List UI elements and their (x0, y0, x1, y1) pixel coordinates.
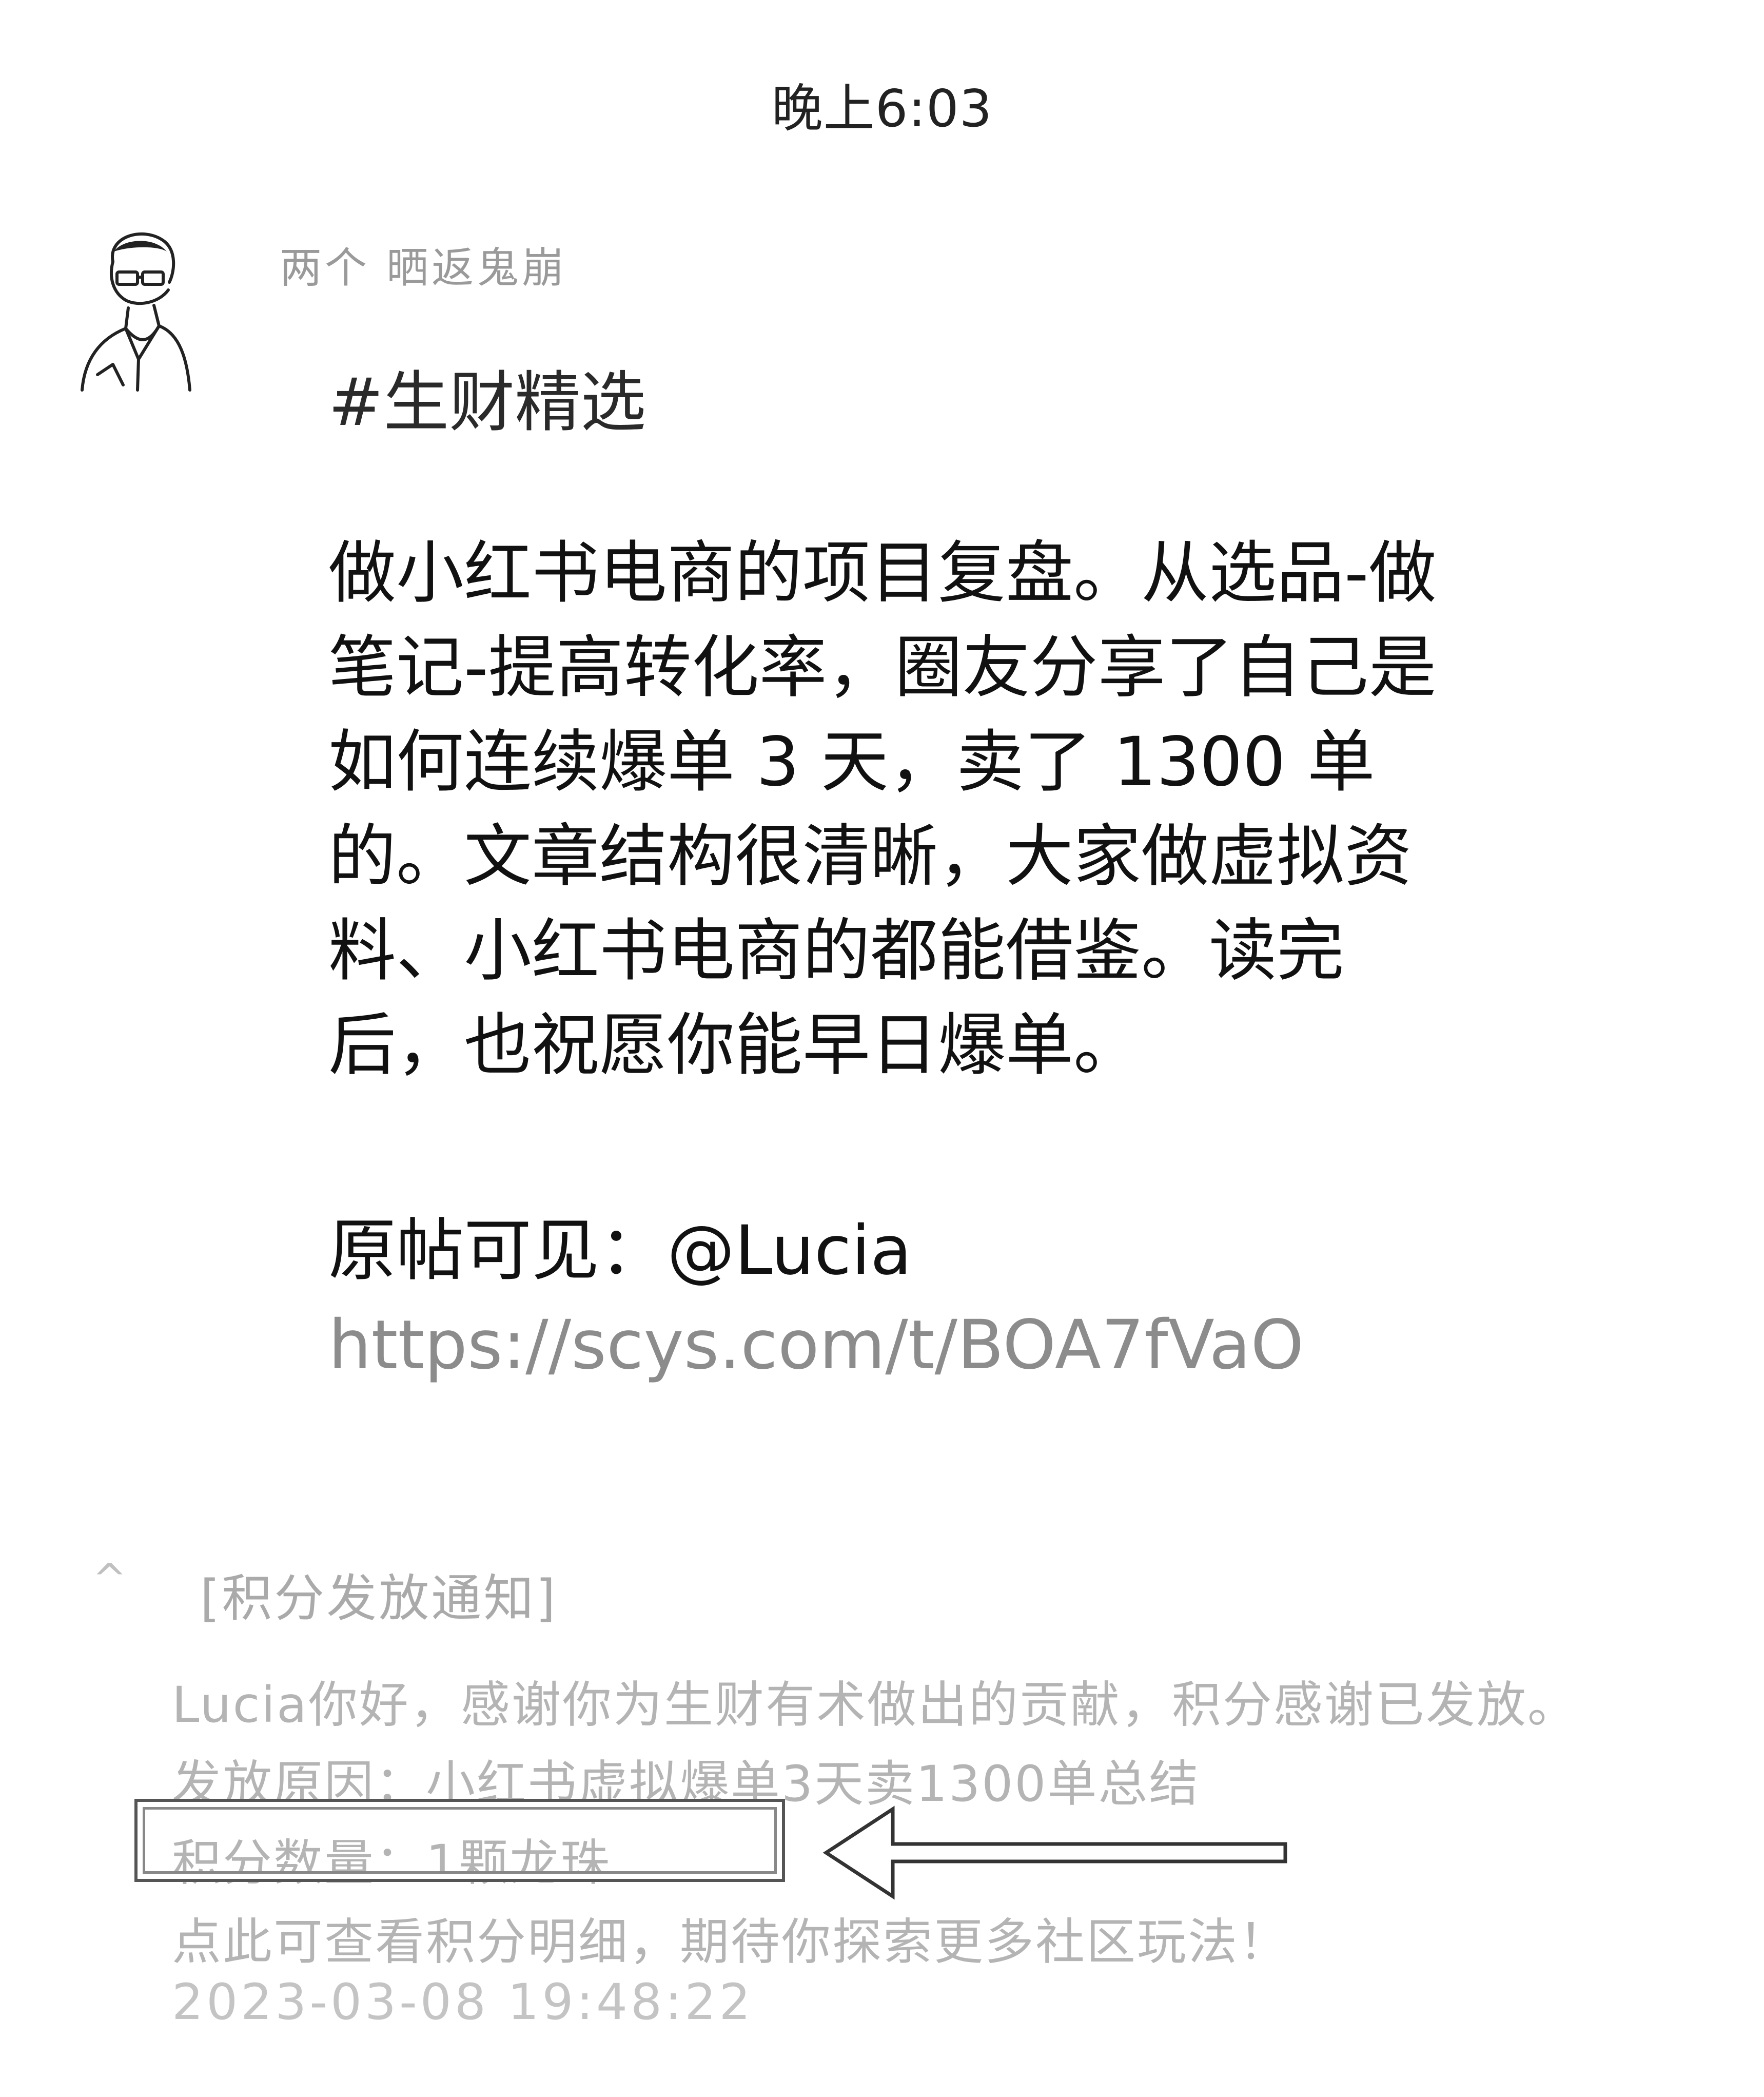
notification-title: [积分发放通知] (200, 1569, 558, 1628)
sender-avatar[interactable] (77, 221, 195, 395)
collapse-caret-icon[interactable]: ^ (92, 1555, 127, 1603)
notification-timestamp: 2023-03-08 19:48:22 (172, 1973, 754, 2031)
amount-highlight-box (134, 1799, 785, 1882)
post-body: 做小红书电商的项目复盘。从选品-做笔记-提高转化率，圈友分享了自己是如何连续爆单… (328, 534, 1437, 1085)
source-link[interactable]: https://scys.com/t/BOA7fVaO (328, 1306, 1304, 1385)
left-arrow-icon (822, 1805, 1287, 1900)
user-avatar-icon (81, 232, 191, 392)
source-line: 原帖可见：@Lucia https://scys.com/t/BOA7fVaO (328, 1203, 1457, 1392)
source-prefix: 原帖可见：@Lucia (328, 1211, 912, 1290)
sender-name[interactable]: 两个 晒返鬼崩 (280, 234, 567, 295)
notification-greeting: Lucia你好，感谢你为生财有术做出的贡献，积分感谢已发放。 (172, 1676, 1578, 1734)
status-time: 晚上6:03 (771, 79, 993, 139)
notification-cta[interactable]: 点此可查看积分明细，期待你探索更多社区玩法！ (172, 1902, 1711, 1982)
post-tag[interactable]: #生财精选 (328, 349, 646, 444)
